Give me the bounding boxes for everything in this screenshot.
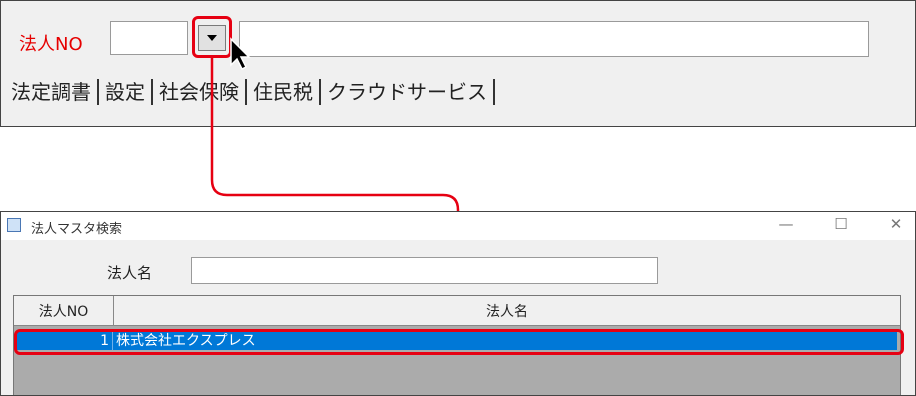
column-header-corp-no[interactable]: 法人NO xyxy=(14,296,114,325)
menu-bar: 法定調書 設定 社会保険 住民税 クラウドサービス xyxy=(3,75,495,109)
menu-item-social-insurance[interactable]: 社会保険 xyxy=(153,79,247,105)
mouse-cursor-icon xyxy=(230,37,251,71)
column-header-corp-name[interactable]: 法人名 xyxy=(114,296,900,325)
close-button[interactable]: ✕ xyxy=(881,215,911,233)
corp-name-display-field[interactable] xyxy=(239,21,869,57)
corp-name-search-label: 法人名 xyxy=(107,264,153,282)
menu-item-cloud-service[interactable]: クラウドサービス xyxy=(321,79,495,105)
dropdown-highlight-box xyxy=(192,16,232,58)
row-highlight-box xyxy=(14,329,904,355)
grid-header: 法人NO 法人名 xyxy=(14,296,900,326)
dialog-titlebar: 法人マスタ検索 — ☐ ✕ xyxy=(1,212,915,240)
app-icon xyxy=(7,218,21,232)
corp-no-label: 法人NO xyxy=(19,34,83,55)
menu-item-settings[interactable]: 設定 xyxy=(99,79,153,105)
menu-item-resident-tax[interactable]: 住民税 xyxy=(247,79,321,105)
minimize-button[interactable]: — xyxy=(771,215,801,233)
corp-no-combo-input[interactable] xyxy=(110,21,188,55)
main-panel: 法人NO 法定調書 設定 社会保険 住民税 クラウドサービス xyxy=(0,0,916,127)
corp-name-search-input[interactable] xyxy=(191,257,658,284)
corp-master-search-dialog: 法人マスタ検索 — ☐ ✕ 法人名 法人NO 法人名 1 株式会社エクスプレス xyxy=(0,211,916,396)
menu-item-legal-records[interactable]: 法定調書 xyxy=(3,79,99,105)
dialog-title: 法人マスタ検索 xyxy=(31,222,123,237)
maximize-button[interactable]: ☐ xyxy=(826,215,856,233)
